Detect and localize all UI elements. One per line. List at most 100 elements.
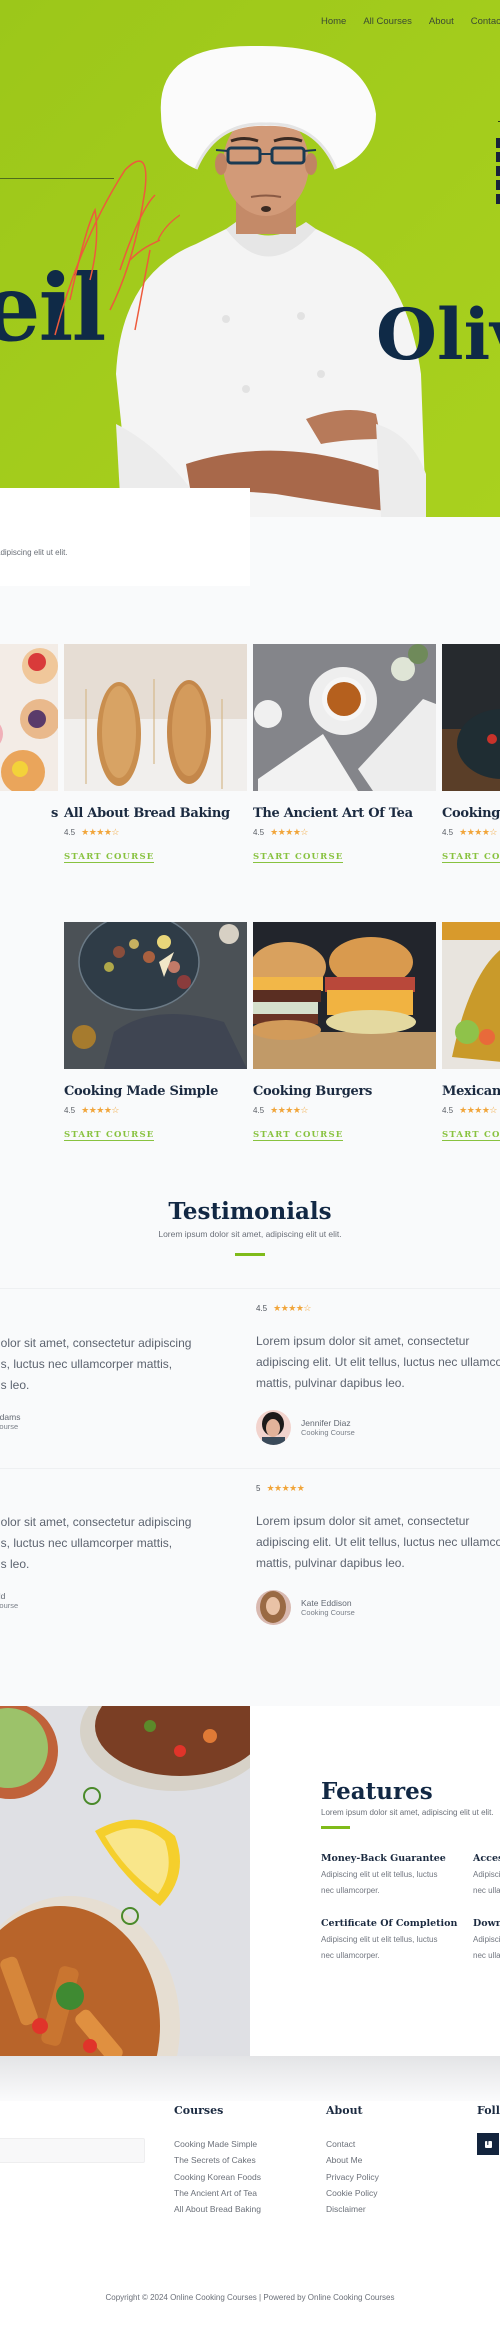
- course-rating: 4.5 ★★★★☆: [64, 1105, 247, 1116]
- rating-value: 4.5: [256, 1304, 268, 1313]
- footer-link[interactable]: The Secrets of Cakes: [174, 2152, 261, 2168]
- course-card[interactable]: Mexican 4.5 ★★★★☆ START COUR: [442, 922, 500, 1142]
- course-title[interactable]: The Ancient Art Of Tea: [253, 806, 436, 821]
- footer-link[interactable]: Contact: [326, 2136, 379, 2152]
- footer-link[interactable]: The Ancient Art of Tea: [174, 2185, 261, 2201]
- course-rating: 4.5 ★★★★☆: [442, 827, 500, 838]
- nav-about[interactable]: About: [429, 16, 454, 27]
- feature-text: Adipiscing elit ut elit tellus, luctus n…: [321, 1935, 438, 1960]
- footer-courses-column: Courses Cooking Made Simple The Secrets …: [174, 2104, 261, 2217]
- features-food-photo: [0, 1706, 250, 2056]
- footer-link[interactable]: Disclaimer: [326, 2201, 379, 2217]
- testimonial-quote: Lorem ipsum dolor sit amet, consectetur …: [256, 1334, 500, 1390]
- feature-text: Adipiscing elit ut elit tellus, luctus n…: [473, 1935, 500, 1960]
- rating-value: 4.5: [253, 1106, 265, 1115]
- course-rating: 4.5 ★★★★☆: [442, 1105, 500, 1116]
- main-nav: Home All Courses About Contact: [321, 16, 500, 27]
- star-rating-icon: ★★★★☆: [459, 827, 497, 837]
- avatar: [256, 1590, 291, 1625]
- hero-intro-card: [0, 488, 250, 586]
- course-title[interactable]: Mexican: [442, 1084, 500, 1099]
- start-course-link[interactable]: START COURSE: [64, 1130, 155, 1141]
- star-rating-icon: ★★★★☆: [270, 827, 308, 837]
- course-image[interactable]: [0, 644, 58, 791]
- testimonial-card: 4.5 ★★★★☆ Lorem ipsum dolor sit amet, co…: [256, 1303, 500, 1445]
- testimonial-quote: Lorem ipsum dolor sit amet, consectetur …: [256, 1514, 500, 1570]
- testimonial-author: Kate Eddison Cooking Course: [256, 1590, 500, 1625]
- nav-home[interactable]: Home: [321, 16, 346, 27]
- start-course-link[interactable]: START COURSE: [64, 852, 155, 863]
- copyright-text: Copyright © 2024 Online Cooking Courses …: [105, 2293, 395, 2302]
- nav-all-courses[interactable]: All Courses: [363, 16, 412, 27]
- hero-section: Home All Courses About Contact eil: [0, 0, 500, 517]
- rating-value: 4.5: [442, 828, 454, 837]
- features-subtitle: Lorem ipsum dolor sit amet, adipiscing e…: [321, 1808, 494, 1817]
- rating-value: 5: [256, 1484, 261, 1493]
- course-card[interactable]: All About Bread Baking 4.5 ★★★★☆ START C…: [64, 644, 247, 864]
- feature-text: Adipiscing elit ut elit tellus, luctus n…: [321, 1870, 438, 1895]
- footer-about-heading: About: [326, 2104, 363, 2117]
- feature-title: Access: [473, 1853, 500, 1864]
- start-course-link[interactable]: START COURSE: [253, 852, 344, 863]
- features-accent-bar: [321, 1826, 350, 1829]
- course-image[interactable]: [442, 922, 500, 1069]
- newsletter-input[interactable]: [0, 2138, 145, 2163]
- start-course-link[interactable]: START COURSE: [253, 1130, 344, 1141]
- footer-link[interactable]: Privacy Policy: [326, 2169, 379, 2185]
- facebook-button[interactable]: [477, 2133, 499, 2155]
- course-rating: 4.5 ★★★★☆: [64, 827, 247, 838]
- footer-link[interactable]: Cooking Korean Foods: [174, 2169, 261, 2185]
- nav-contact[interactable]: Contact: [471, 16, 500, 27]
- footer-link[interactable]: Cookie Policy: [326, 2185, 379, 2201]
- footer-courses-heading: Courses: [174, 2104, 224, 2117]
- course-title[interactable]: Cooking Burgers: [253, 1084, 436, 1099]
- course-title[interactable]: All About Bread Baking: [64, 806, 247, 821]
- author-name: Jennifer Diaz: [301, 1418, 351, 1428]
- testimonial-rating: 4.5 ★★★★☆: [256, 1303, 500, 1314]
- footer-fade: [0, 2056, 500, 2101]
- author-name: Kate Eddison: [301, 1598, 352, 1608]
- start-course-link[interactable]: START COUR: [442, 852, 500, 863]
- course-title[interactable]: s: [0, 806, 58, 821]
- course-card[interactable]: Cooking Made Simple 4.5 ★★★★☆ START COUR…: [64, 922, 247, 1142]
- star-rating-icon: ★★★★☆: [459, 1105, 497, 1115]
- signature-scribble: [54, 160, 180, 336]
- star-rating-icon: ★★★★☆: [81, 1105, 119, 1115]
- course-card[interactable]: The Ancient Art Of Tea 4.5 ★★★★☆ START C…: [253, 644, 436, 864]
- course-image[interactable]: [64, 922, 247, 1069]
- author-name: Adams: [0, 1412, 21, 1422]
- feature-item: Money-Back Guarantee Adipiscing elit ut …: [321, 1853, 471, 1899]
- rating-value: 4.5: [64, 1106, 76, 1115]
- testimonial-author: Adams Course: [0, 1412, 254, 1431]
- footer-about-list: Contact About Me Privacy Policy Cookie P…: [326, 2136, 379, 2217]
- footer-courses-list: Cooking Made Simple The Secrets of Cakes…: [174, 2136, 261, 2217]
- start-course-link[interactable]: START COUR: [442, 1130, 500, 1141]
- course-image[interactable]: [442, 644, 500, 791]
- features-heading: Features: [321, 1778, 433, 1805]
- feature-item: Download Adipiscing elit ut elit tellus,…: [473, 1918, 500, 1964]
- course-image[interactable]: [253, 644, 436, 791]
- course-image[interactable]: [253, 922, 436, 1069]
- rating-value: 4.5: [253, 828, 265, 837]
- hero-intro-text: adipiscing elit ut elit.: [0, 548, 68, 557]
- course-title[interactable]: Cooking I: [442, 806, 500, 821]
- testimonial-card: 5 ★★★★★ Lorem ipsum dolor sit amet, cons…: [256, 1483, 500, 1625]
- testimonial-author: old Course: [0, 1591, 254, 1610]
- feature-title: Certificate Of Completion: [321, 1918, 458, 1929]
- testimonials-subtitle: Lorem ipsum dolor sit amet, adipiscing e…: [158, 1229, 342, 1239]
- course-title[interactable]: Cooking Made Simple: [64, 1084, 247, 1099]
- divider: [0, 1468, 500, 1469]
- testimonial-quote: dolor sit amet, consectetur adipiscing u…: [0, 1336, 192, 1392]
- footer-follow-heading: Follow: [477, 2104, 500, 2117]
- testimonial-rating: 5 ★★★★★: [256, 1483, 500, 1494]
- footer-link[interactable]: Cooking Made Simple: [174, 2136, 261, 2152]
- course-card[interactable]: Cooking Burgers 4.5 ★★★★☆ START COURSE: [253, 922, 436, 1142]
- footer-link[interactable]: All About Bread Baking: [174, 2201, 261, 2217]
- course-card[interactable]: Cooking I 4.5 ★★★★☆ START COUR: [442, 644, 500, 864]
- course-card[interactable]: s: [0, 644, 58, 821]
- footer-link[interactable]: About Me: [326, 2152, 379, 2168]
- testimonial-author: Jennifer Diaz Cooking Course: [256, 1410, 500, 1445]
- course-image[interactable]: [64, 644, 247, 791]
- author-role: Cooking Course: [301, 1608, 355, 1617]
- avatar: [256, 1410, 291, 1445]
